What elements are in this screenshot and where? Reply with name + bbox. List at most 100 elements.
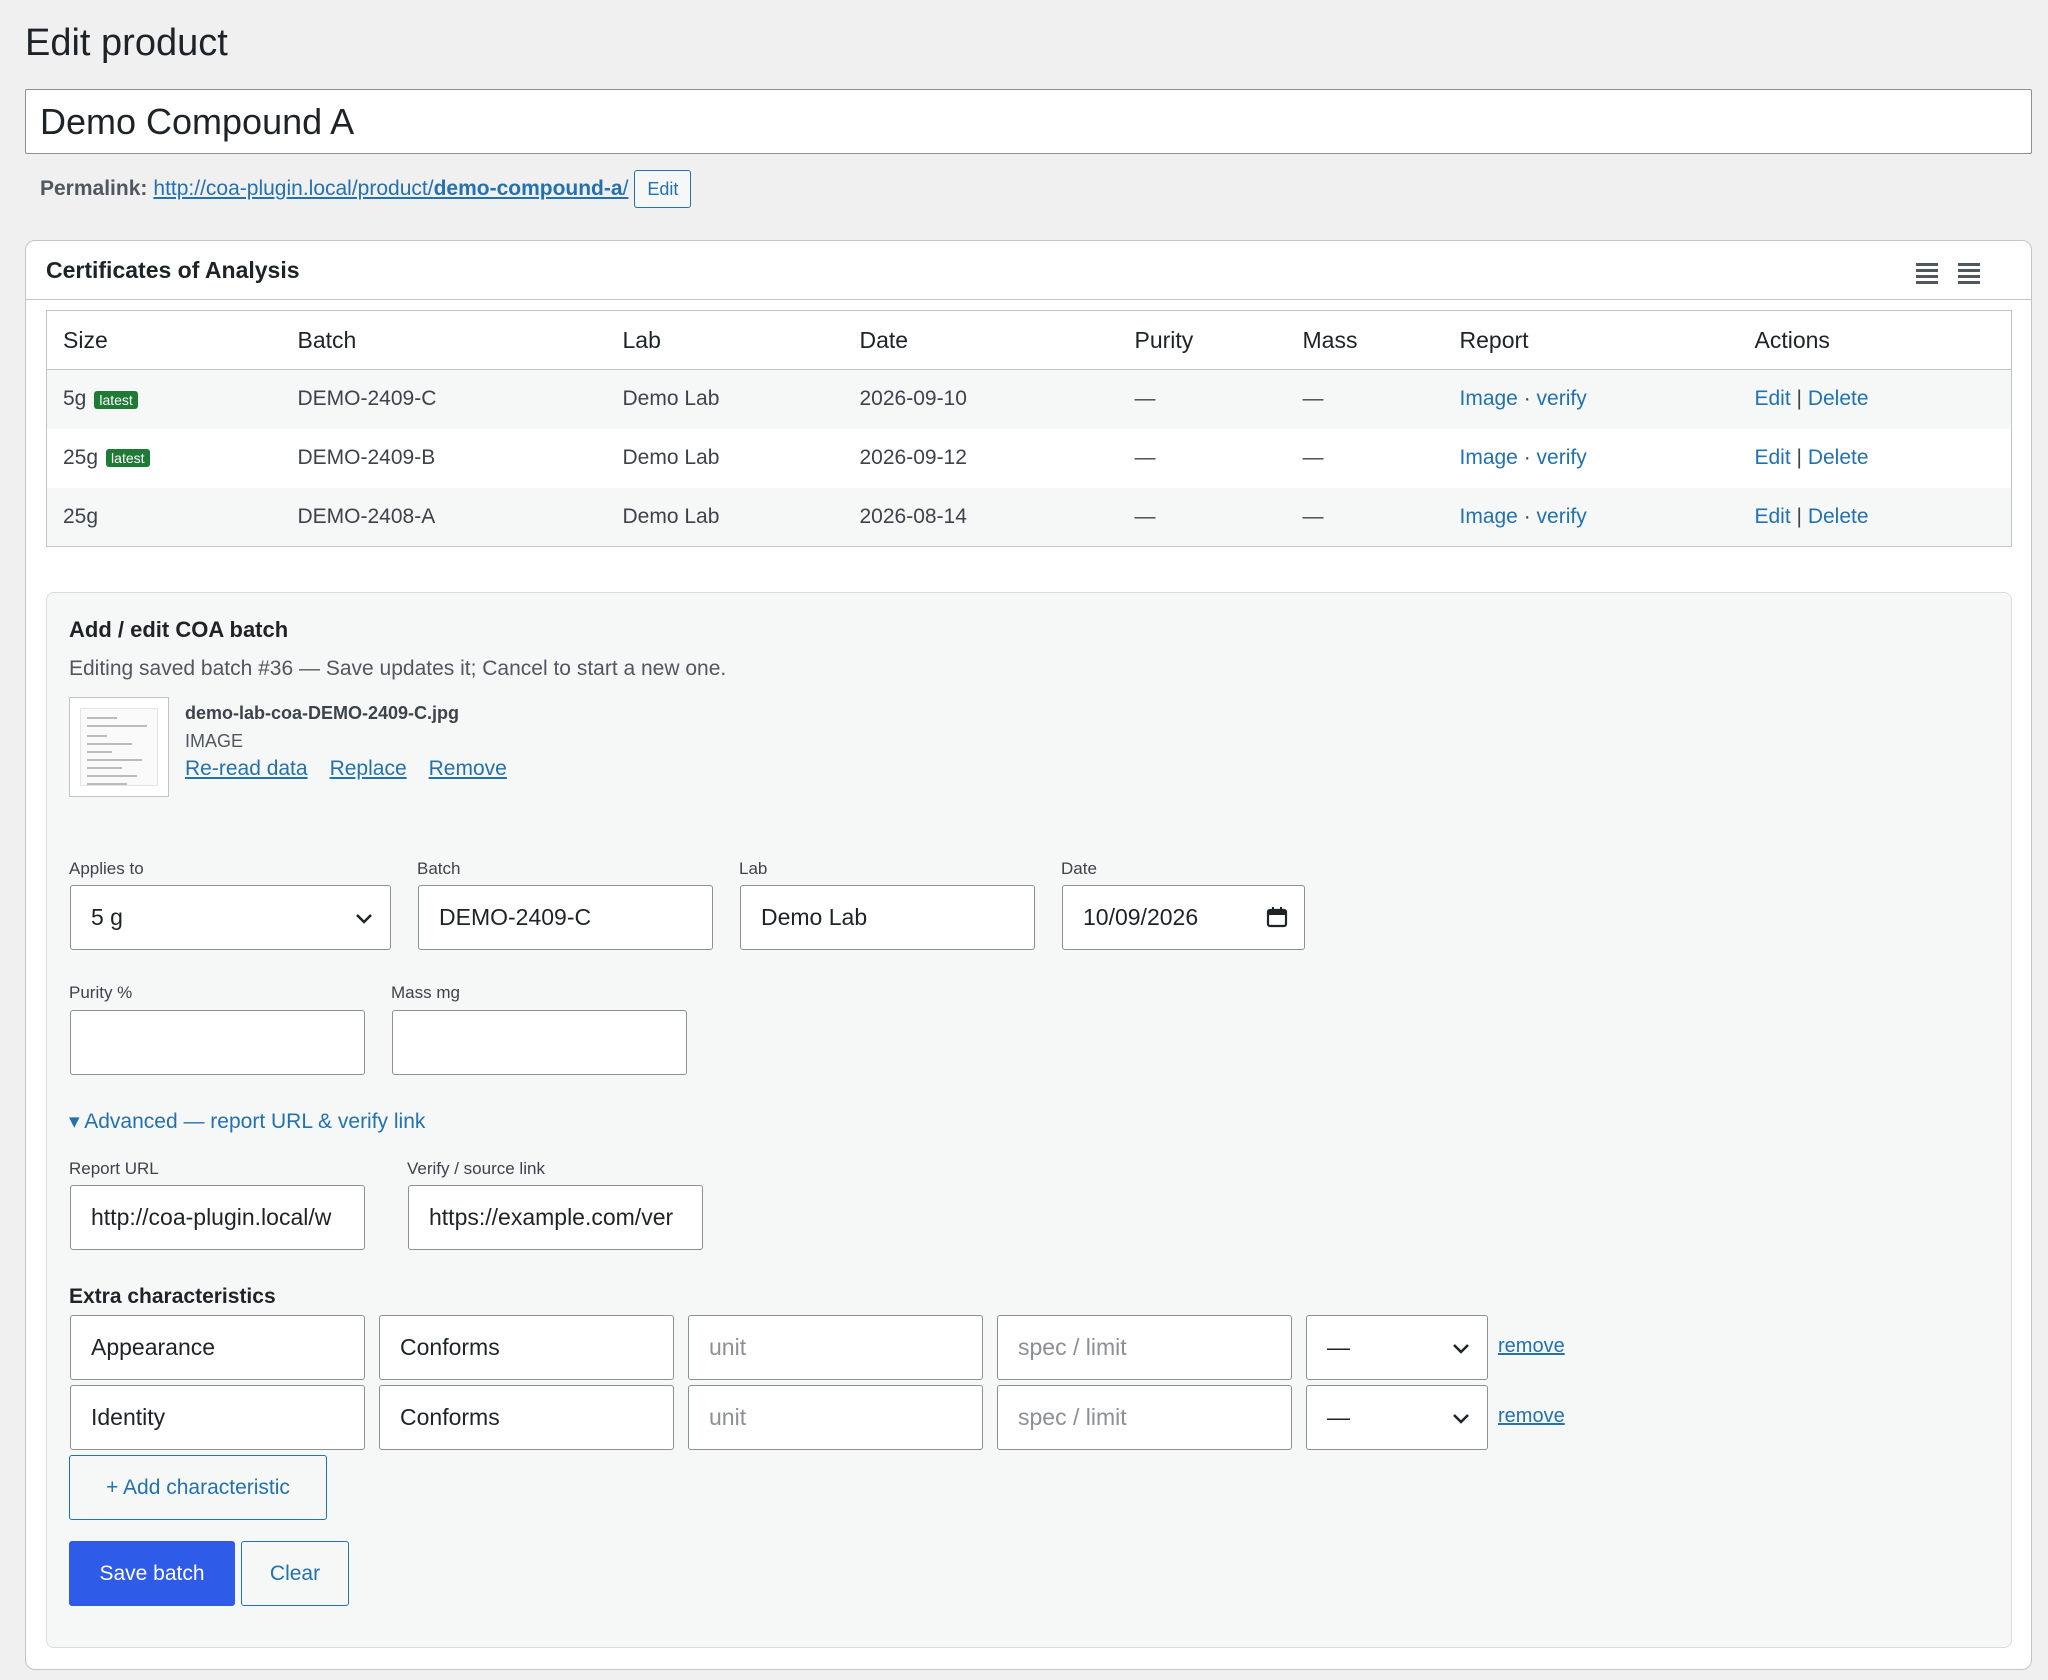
page-title: Edit product <box>25 22 228 64</box>
mass-cell: — <box>1286 369 1444 429</box>
characteristic-result-input[interactable]: Conforms <box>379 1385 674 1450</box>
applies-to-value: 5 g <box>91 904 123 930</box>
report-image-link[interactable]: Image <box>1460 446 1518 469</box>
table-header-row: Size Batch Lab Date Purity Mass Report A… <box>46 310 2012 370</box>
size-value: 25g <box>63 504 99 528</box>
column-header: Size <box>46 310 282 370</box>
applies-to-select[interactable]: 5 g <box>70 885 391 950</box>
product-title-value: Demo Compound A <box>40 100 355 142</box>
advanced-toggle[interactable]: ▾ Advanced — report URL & verify link <box>69 1109 425 1134</box>
delete-row-link[interactable]: Delete <box>1808 387 1869 410</box>
spec-placeholder: spec / limit <box>1018 1334 1127 1360</box>
table-row: 25g DEMO-2408-A Demo Lab 2026-08-14 — — … <box>46 487 2012 547</box>
size-cell: 25g <box>46 487 282 547</box>
chevron-down-icon <box>1453 1344 1469 1354</box>
date-cell: 2026-09-12 <box>859 446 967 469</box>
actions-cell: Edit | Delete <box>1738 487 2012 547</box>
batch-cell: DEMO-2409-B <box>297 446 436 469</box>
mass-input[interactable] <box>392 1010 687 1075</box>
product-title-input[interactable]: Demo Compound A <box>25 89 2032 154</box>
report-url-value: http://coa-plugin.local/w <box>91 1204 332 1230</box>
mass-cell: — <box>1286 487 1444 547</box>
clear-button[interactable]: Clear <box>241 1541 349 1606</box>
report-verify-link[interactable]: verify <box>1537 446 1587 469</box>
characteristic-name-input[interactable]: Appearance <box>70 1315 365 1380</box>
extra-characteristics-title: Extra characteristics <box>69 1285 276 1308</box>
report-verify-link[interactable]: verify <box>1537 505 1587 528</box>
report-verify-link[interactable]: verify <box>1537 387 1587 410</box>
verify-link-input[interactable]: https://example.com/ver <box>408 1185 703 1250</box>
edit-row-link[interactable]: Edit <box>1755 387 1791 410</box>
report-cell: Image · verify <box>1444 429 1739 488</box>
remove-file-link[interactable]: Remove <box>429 757 507 781</box>
spec-placeholder: spec / limit <box>1018 1404 1127 1430</box>
report-image-link[interactable]: Image <box>1460 387 1518 410</box>
metabox-header: Certificates of Analysis <box>26 241 2031 300</box>
report-url-label: Report URL <box>69 1159 159 1178</box>
calendar-icon[interactable] <box>1266 906 1288 928</box>
lab-input[interactable]: Demo Lab <box>740 885 1035 950</box>
reread-data-link[interactable]: Re-read data <box>185 757 308 781</box>
date-value: 10/09/2026 <box>1083 904 1199 930</box>
permalink-link[interactable]: http://coa-plugin.local/product/demo-com… <box>153 177 628 201</box>
purity-input[interactable] <box>70 1010 365 1075</box>
report-separator: · <box>1517 387 1537 411</box>
chevron-down-icon <box>356 914 372 924</box>
characteristic-spec-input[interactable]: spec / limit <box>997 1315 1292 1380</box>
size-cell: 25g latest <box>47 429 282 488</box>
metabox-title: Certificates of Analysis <box>46 257 300 283</box>
date-input[interactable]: 10/09/2026 <box>1062 885 1305 950</box>
status-select-value: — <box>1327 1404 1350 1430</box>
batch-cell: DEMO-2409-C <box>281 369 607 429</box>
characteristic-result-value: Conforms <box>400 1404 500 1430</box>
date-cell: 2026-08-14 <box>843 487 1119 547</box>
date-cell: 2026-09-10 <box>843 369 1119 429</box>
purity-cell: — <box>1134 446 1156 469</box>
permalink-row: Permalink: http://coa-plugin.local/produ… <box>40 170 692 208</box>
column-header: Mass <box>1286 310 1444 370</box>
characteristic-status-select[interactable]: — <box>1306 1315 1488 1380</box>
characteristic-unit-input[interactable]: unit <box>688 1315 983 1380</box>
characteristic-status-select[interactable]: — <box>1306 1385 1488 1450</box>
batch-value: DEMO-2409-C <box>439 904 592 930</box>
edit-row-link[interactable]: Edit <box>1755 446 1791 469</box>
delete-row-link[interactable]: Delete <box>1808 505 1869 528</box>
delete-row-link[interactable]: Delete <box>1808 446 1869 469</box>
batch-input[interactable]: DEMO-2409-C <box>418 885 713 950</box>
mass-cell: — <box>1302 446 1324 469</box>
batch-label: Batch <box>417 859 461 878</box>
size-value: 5g <box>63 387 87 411</box>
replace-file-link[interactable]: Replace <box>330 757 407 781</box>
permalink-trailing: / <box>622 177 629 200</box>
save-batch-button[interactable]: Save batch <box>69 1541 235 1606</box>
characteristic-name-input[interactable]: Identity <box>70 1385 365 1450</box>
characteristic-spec-input[interactable]: spec / limit <box>997 1385 1292 1450</box>
lab-cell: Demo Lab <box>606 369 844 429</box>
report-image-link[interactable]: Image <box>1460 505 1518 528</box>
edit-row-link[interactable]: Edit <box>1755 505 1791 528</box>
file-type: IMAGE <box>185 731 244 751</box>
remove-characteristic-link[interactable]: remove <box>1498 1405 1565 1428</box>
panel-title: Add / edit COA batch <box>69 617 289 642</box>
actions-cell: Edit | Delete <box>1738 369 2012 429</box>
characteristic-unit-input[interactable]: unit <box>688 1385 983 1450</box>
coa-metabox: Certificates of Analysis Size Batch Lab … <box>25 240 2032 1670</box>
characteristic-result-value: Conforms <box>400 1334 500 1360</box>
size-value: 25g <box>63 446 99 469</box>
date-label: Date <box>1061 859 1097 878</box>
drag-handle-icon[interactable] <box>1958 263 1980 289</box>
characteristic-result-input[interactable]: Conforms <box>379 1315 674 1380</box>
characteristic-name-value: Identity <box>91 1404 166 1430</box>
report-url-input[interactable]: http://coa-plugin.local/w <box>70 1185 365 1250</box>
editing-note: Editing saved batch #36 — Save updates i… <box>69 657 727 680</box>
lab-label: Lab <box>739 859 768 878</box>
permalink-edit-button[interactable]: Edit <box>634 170 692 208</box>
action-separator: | <box>1790 387 1808 411</box>
drag-handle-icon[interactable] <box>1916 263 1938 289</box>
add-characteristic-button[interactable]: + Add characteristic <box>69 1455 327 1520</box>
coa-thumbnail[interactable] <box>69 697 169 797</box>
remove-characteristic-link[interactable]: remove <box>1498 1335 1565 1358</box>
purity-cell: — <box>1118 487 1287 547</box>
permalink-slug: demo-compound-a <box>433 177 623 200</box>
action-separator: | <box>1790 504 1808 528</box>
